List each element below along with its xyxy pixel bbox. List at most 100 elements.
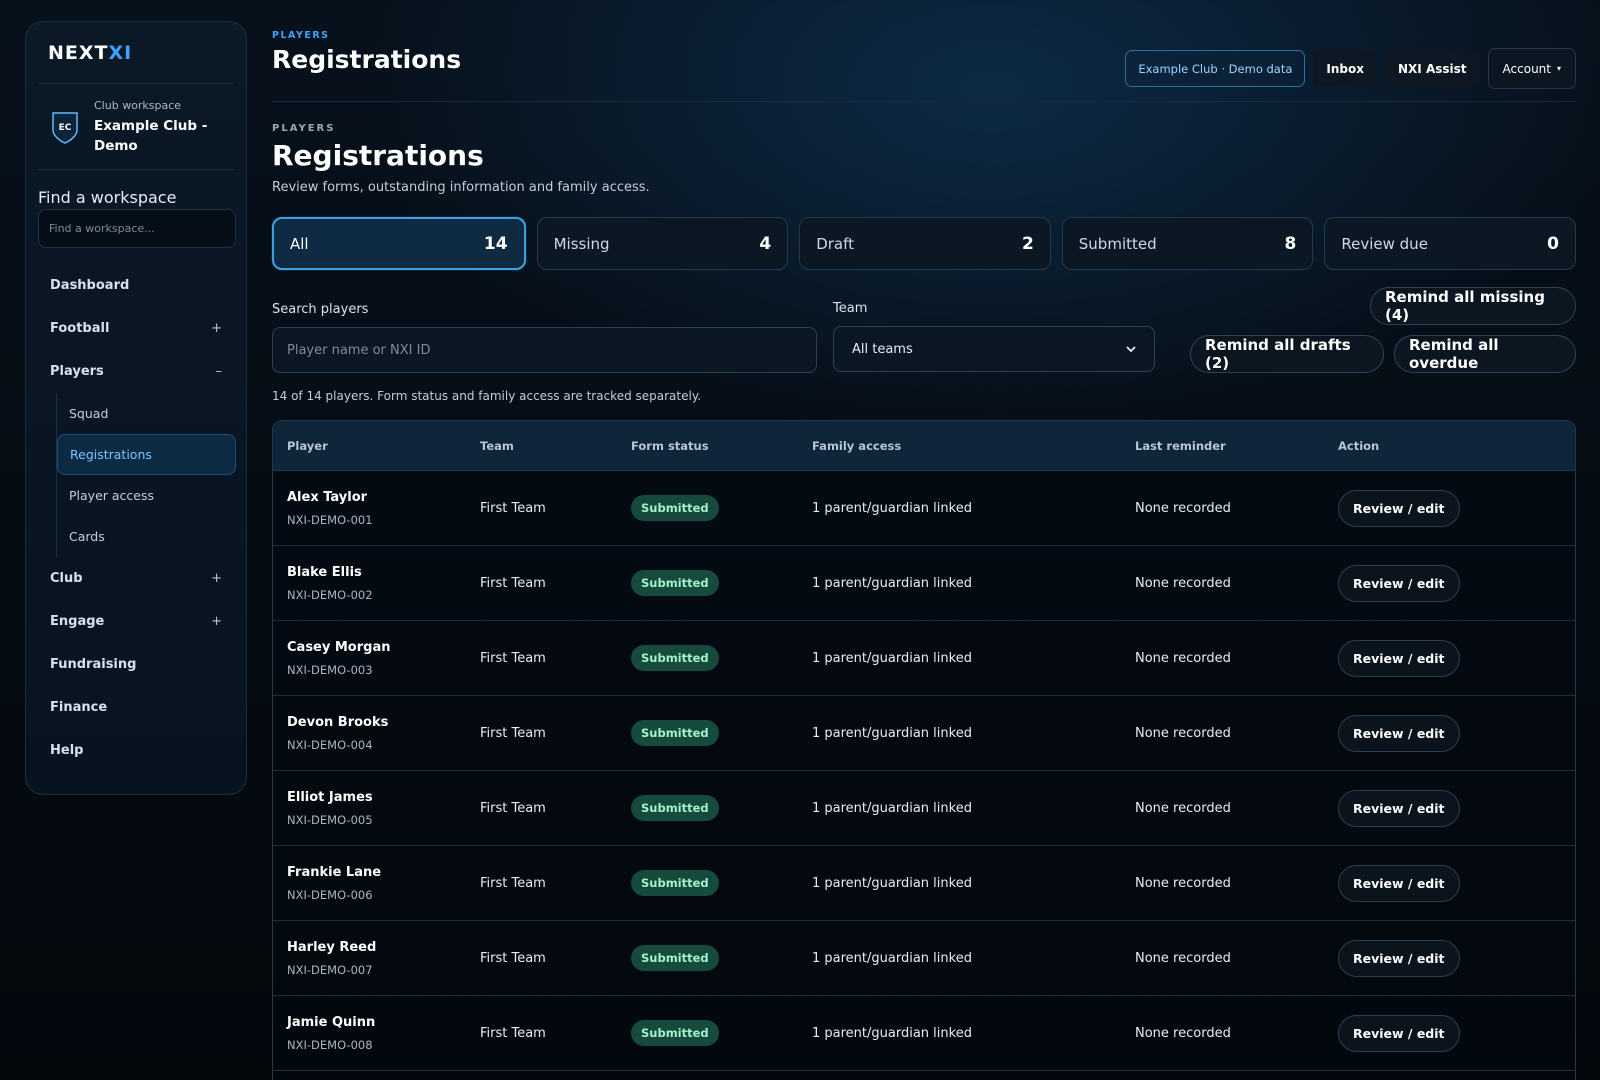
tab-label: Review due: [1341, 234, 1428, 253]
table-row: Casey Morgan NXI-DEMO-003 First Team Subm…: [273, 621, 1575, 696]
search-players-input[interactable]: [272, 327, 817, 373]
tab-label: Missing: [553, 234, 610, 253]
tab-draft[interactable]: Draft 2: [799, 217, 1051, 270]
status-badge: Submitted: [631, 795, 719, 821]
player-id: NXI-DEMO-006: [287, 887, 373, 902]
workspace-name-line2: Demo: [94, 138, 138, 154]
find-workspace-input[interactable]: [38, 209, 236, 248]
sidebar-item-dashboard[interactable]: Dashboard: [38, 264, 234, 307]
remind-all-missing-button[interactable]: Remind all missing (4): [1370, 287, 1576, 325]
family-access: 1 parent/guardian linked: [812, 875, 972, 891]
table-row: Blake Ellis NXI-DEMO-002 First Team Submi…: [273, 546, 1575, 621]
sidebar-item-players[interactable]: Players –: [38, 350, 234, 393]
review-edit-button[interactable]: Review / edit: [1338, 639, 1460, 677]
results-summary: 14 of 14 players. Form status and family…: [272, 389, 702, 403]
column-header-last-reminder: Last reminder: [1135, 438, 1226, 453]
table-row: Alex Taylor NXI-DEMO-001 First Team Submi…: [273, 471, 1575, 546]
status-badge: Submitted: [631, 720, 719, 746]
page-subtitle: Review forms, outstanding information an…: [272, 180, 650, 195]
sidebar-item-label: Football: [50, 321, 110, 336]
sidebar-item-football[interactable]: Football +: [38, 307, 234, 350]
player-name[interactable]: Blake Ellis: [287, 565, 480, 580]
expand-icon: +: [211, 571, 222, 586]
player-team: First Team: [480, 1025, 546, 1041]
status-badge: Submitted: [631, 495, 719, 521]
sidebar-subitem-cards[interactable]: Cards: [57, 516, 234, 557]
column-header-action: Action: [1338, 438, 1380, 453]
account-menu-button[interactable]: Account ▾: [1487, 48, 1576, 89]
family-access: 1 parent/guardian linked: [812, 575, 972, 591]
family-access: 1 parent/guardian linked: [812, 950, 972, 966]
player-team: First Team: [480, 875, 546, 891]
team-select[interactable]: All teams: [833, 326, 1155, 372]
table-header: Player Team Form status Family access La…: [273, 421, 1575, 471]
workspace-name-line1: Example Club -: [94, 118, 208, 134]
review-edit-button[interactable]: Review / edit: [1338, 864, 1460, 902]
tab-all[interactable]: All 14: [272, 217, 526, 270]
player-team: First Team: [480, 800, 546, 816]
tab-label: All: [290, 234, 309, 253]
player-name[interactable]: Elliot James: [287, 790, 480, 805]
player-team: First Team: [480, 500, 546, 516]
family-access: 1 parent/guardian linked: [812, 725, 972, 741]
chevron-down-icon: [1126, 345, 1136, 352]
sidebar-item-finance[interactable]: Finance: [38, 686, 234, 729]
player-team: First Team: [480, 725, 546, 741]
tab-submitted[interactable]: Submitted 8: [1061, 217, 1314, 270]
tab-review-due[interactable]: Review due 0: [1324, 217, 1576, 270]
review-edit-button[interactable]: Review / edit: [1338, 714, 1460, 752]
sidebar-subitem-player-access[interactable]: Player access: [57, 475, 234, 516]
player-name[interactable]: Alex Taylor: [287, 490, 480, 505]
player-id: NXI-DEMO-004: [287, 737, 373, 752]
brand-logo[interactable]: NEXT XI: [38, 22, 234, 84]
sidebar-item-fundraising[interactable]: Fundraising: [38, 643, 234, 686]
sidebar-item-club[interactable]: Club +: [38, 557, 234, 600]
tab-count: 14: [483, 233, 508, 254]
sidebar-subitem-registrations[interactable]: Registrations: [57, 434, 236, 475]
sidebar-subitem-squad[interactable]: Squad: [57, 393, 234, 434]
status-badge: Submitted: [631, 1020, 719, 1046]
review-edit-button[interactable]: Review / edit: [1338, 939, 1460, 977]
review-edit-button[interactable]: Review / edit: [1338, 489, 1460, 527]
review-edit-button[interactable]: Review / edit: [1338, 789, 1460, 827]
tab-missing[interactable]: Missing 4: [536, 217, 789, 270]
workspace-switcher[interactable]: EC Club workspace Example Club - Demo: [38, 84, 234, 170]
sidebar-item-label: Help: [50, 743, 84, 758]
remind-all-drafts-button[interactable]: Remind all drafts (2): [1190, 335, 1384, 373]
search-label: Search players: [272, 302, 369, 317]
last-reminder: None recorded: [1135, 575, 1231, 591]
sidebar-item-engage[interactable]: Engage +: [38, 600, 234, 643]
inbox-button[interactable]: Inbox: [1313, 50, 1378, 87]
club-crest-icon: EC: [52, 111, 78, 144]
player-id: NXI-DEMO-008: [287, 1037, 373, 1052]
player-name[interactable]: Harley Reed: [287, 940, 480, 955]
family-access: 1 parent/guardian linked: [812, 500, 972, 516]
tab-label: Submitted: [1078, 234, 1157, 253]
tab-label: Draft: [816, 234, 854, 253]
sidebar-item-help[interactable]: Help: [38, 729, 234, 772]
tab-count: 4: [759, 233, 772, 254]
header-divider: [272, 101, 1576, 102]
team-select-value: All teams: [852, 341, 913, 357]
review-edit-button[interactable]: Review / edit: [1338, 564, 1460, 602]
status-badge: Submitted: [631, 645, 719, 671]
player-name[interactable]: Frankie Lane: [287, 865, 480, 880]
player-name[interactable]: Casey Morgan: [287, 640, 480, 655]
tab-count: 8: [1284, 233, 1297, 254]
review-edit-button[interactable]: Review / edit: [1338, 1014, 1460, 1052]
player-name[interactable]: Jamie Quinn: [287, 1015, 480, 1030]
sidebar-item-label: Finance: [50, 700, 108, 715]
remind-all-overdue-button[interactable]: Remind all overdue: [1394, 335, 1576, 373]
nxi-assist-button[interactable]: NXI Assist: [1385, 50, 1480, 87]
player-name[interactable]: Devon Brooks: [287, 715, 480, 730]
family-access: 1 parent/guardian linked: [812, 800, 972, 816]
sidebar-item-label: Club: [50, 571, 83, 586]
expand-icon: +: [211, 321, 222, 336]
demo-data-chip[interactable]: Example Club · Demo data: [1125, 50, 1306, 87]
column-header-family-access: Family access: [812, 438, 902, 453]
sidebar-item-label: Players: [50, 364, 104, 379]
workspace-label: Club workspace: [94, 99, 182, 112]
table-row: Elliot James NXI-DEMO-005 First Team Subm…: [273, 771, 1575, 846]
table-row: Jamie Quinn NXI-DEMO-008 First Team Submi…: [273, 996, 1575, 1071]
team-label: Team: [833, 301, 868, 316]
